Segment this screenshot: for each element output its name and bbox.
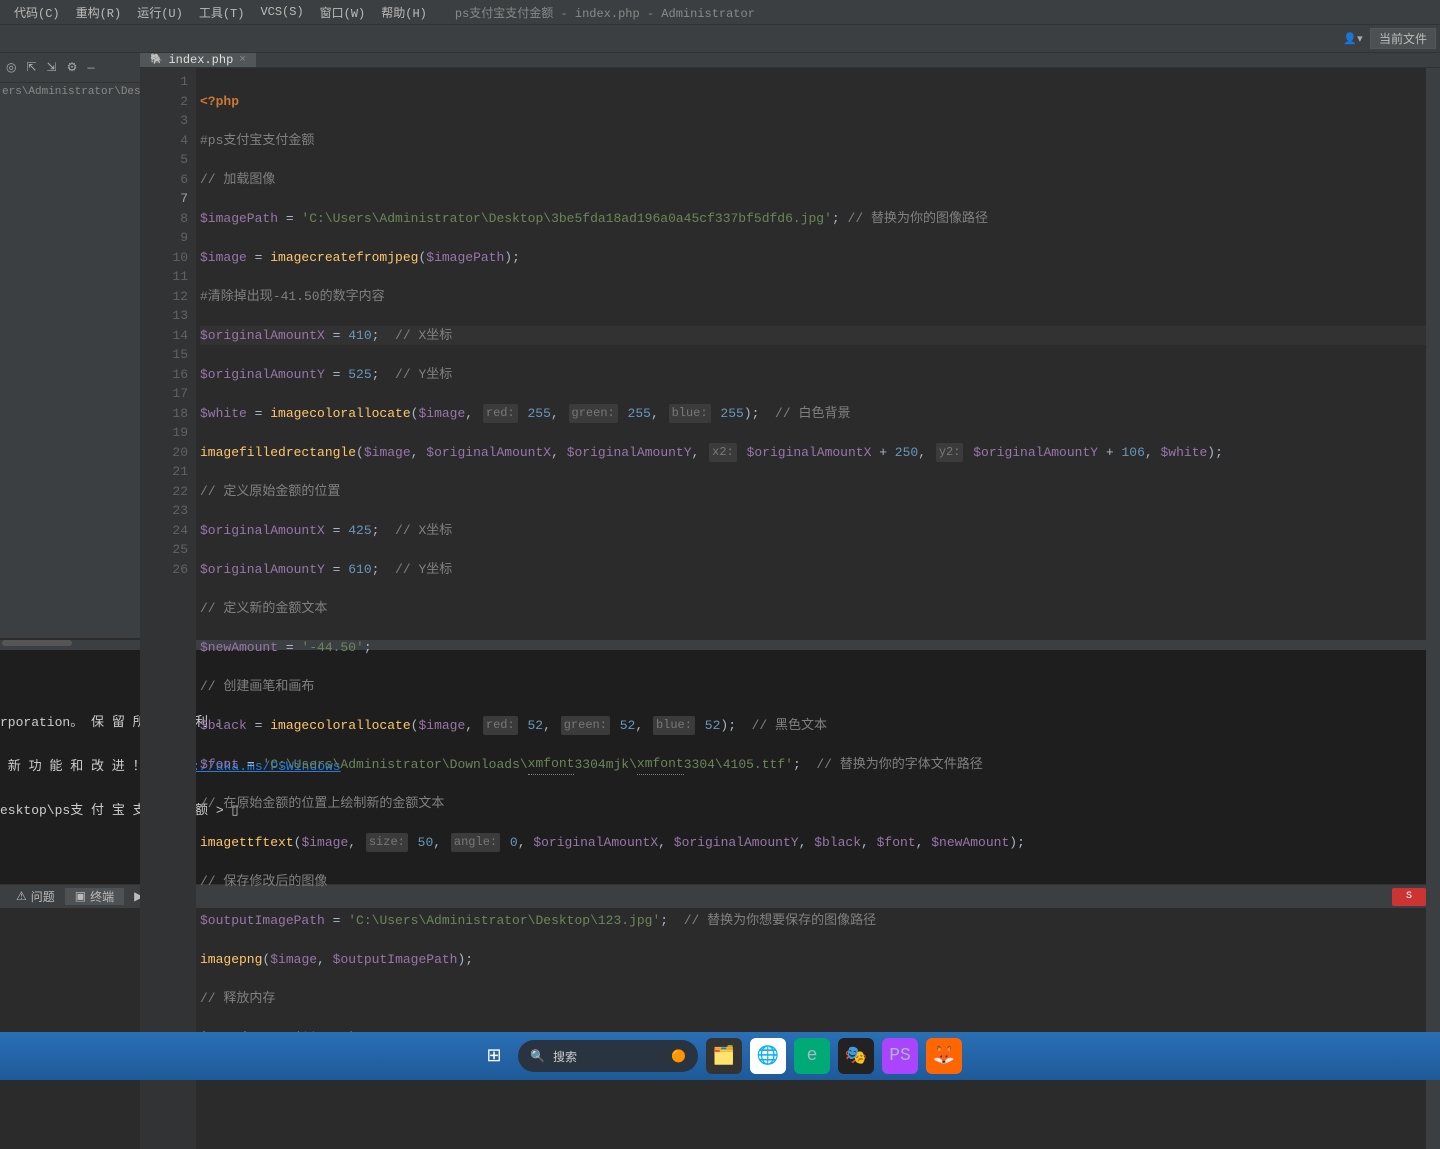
taskbar-app-explorer[interactable]: 🗂️ <box>706 1038 742 1074</box>
taskbar-app-edge[interactable]: e <box>794 1038 830 1074</box>
toolbar: 👤▾ 当前文件 <box>0 25 1440 53</box>
main-area: ◎ ⇱ ⇲ ⚙ — ers\Administrator\Desktop\p 🐘 … <box>0 53 1440 638</box>
php-file-icon: 🐘 <box>150 54 162 66</box>
menu-run[interactable]: 运行(U) <box>129 4 191 21</box>
tab-label: index.php <box>168 53 233 67</box>
editor-tabs: 🐘 index.php × <box>140 53 1440 68</box>
terminal-line: 新 功 能 和 改 进 ！ <box>0 759 153 774</box>
user-icon[interactable]: 👤▾ <box>1342 29 1364 49</box>
gear-icon[interactable]: ⚙ <box>67 60 78 75</box>
menu-help[interactable]: 帮助(H) <box>373 4 435 21</box>
target-icon[interactable]: ◎ <box>6 60 16 75</box>
search-placeholder: 搜索 <box>553 1048 577 1065</box>
menu-vcs[interactable]: VCS(S) <box>252 5 311 19</box>
horizontal-scrollbar[interactable] <box>2 640 72 646</box>
menu-refactor[interactable]: 重构(R) <box>68 4 130 21</box>
terminal-icon: ▣ <box>75 889 86 904</box>
search-orb-icon: 🟠 <box>671 1049 686 1064</box>
tab-index-php[interactable]: 🐘 index.php × <box>140 53 256 67</box>
close-icon[interactable]: × <box>239 54 246 66</box>
windows-taskbar: ⊞ 🔍 搜索 🟠 🗂️ 🌐 e 🎭 PS 🦊 <box>0 1032 1440 1080</box>
project-panel: ◎ ⇱ ⇲ ⚙ — ers\Administrator\Desktop\p <box>0 53 140 638</box>
expand-icon[interactable]: ⇱ <box>26 60 36 75</box>
taskbar-search[interactable]: 🔍 搜索 🟠 <box>518 1040 698 1072</box>
start-button[interactable]: ⊞ <box>478 1040 510 1072</box>
menu-window[interactable]: 窗口(W) <box>312 4 374 21</box>
current-file-button[interactable]: 当前文件 <box>1370 28 1436 49</box>
tab-terminal[interactable]: ▣终端 <box>65 888 124 905</box>
taskbar-app-dark[interactable]: 🎭 <box>838 1038 874 1074</box>
minimize-icon[interactable]: — <box>87 61 94 75</box>
line-gutter: 1234567891011121314151617181920212223242… <box>140 68 196 1149</box>
menu-bar: 代码(C) 重构(R) 运行(U) 工具(T) VCS(S) 窗口(W) 帮助(… <box>0 0 1440 25</box>
code-editor[interactable]: 1234567891011121314151617181920212223242… <box>140 68 1440 1149</box>
problem-icon: ⚠ <box>16 889 27 904</box>
tab-problems[interactable]: ⚠问题 <box>6 888 65 905</box>
code-content[interactable]: <?php #ps支付宝支付金额 // 加载图像 $imagePath = 'C… <box>196 68 1440 1149</box>
menu-code[interactable]: 代码(C) <box>6 4 68 21</box>
editor-scrollbar[interactable] <box>1426 68 1440 1149</box>
editor-pane: 🐘 index.php × 12345678910111213141516171… <box>140 53 1440 638</box>
window-title: ps支付宝支付金额 - index.php - Administrator <box>455 4 755 21</box>
taskbar-app-phpstorm[interactable]: PS <box>882 1038 918 1074</box>
menu-tools[interactable]: 工具(T) <box>191 4 253 21</box>
collapse-icon[interactable]: ⇲ <box>47 60 57 75</box>
search-icon: 🔍 <box>530 1049 545 1064</box>
taskbar-app-chrome[interactable]: 🌐 <box>750 1038 786 1074</box>
project-path: ers\Administrator\Desktop\p <box>0 83 140 101</box>
project-panel-toolbar: ◎ ⇱ ⇲ ⚙ — <box>0 53 140 83</box>
taskbar-app-firefox[interactable]: 🦊 <box>926 1038 962 1074</box>
